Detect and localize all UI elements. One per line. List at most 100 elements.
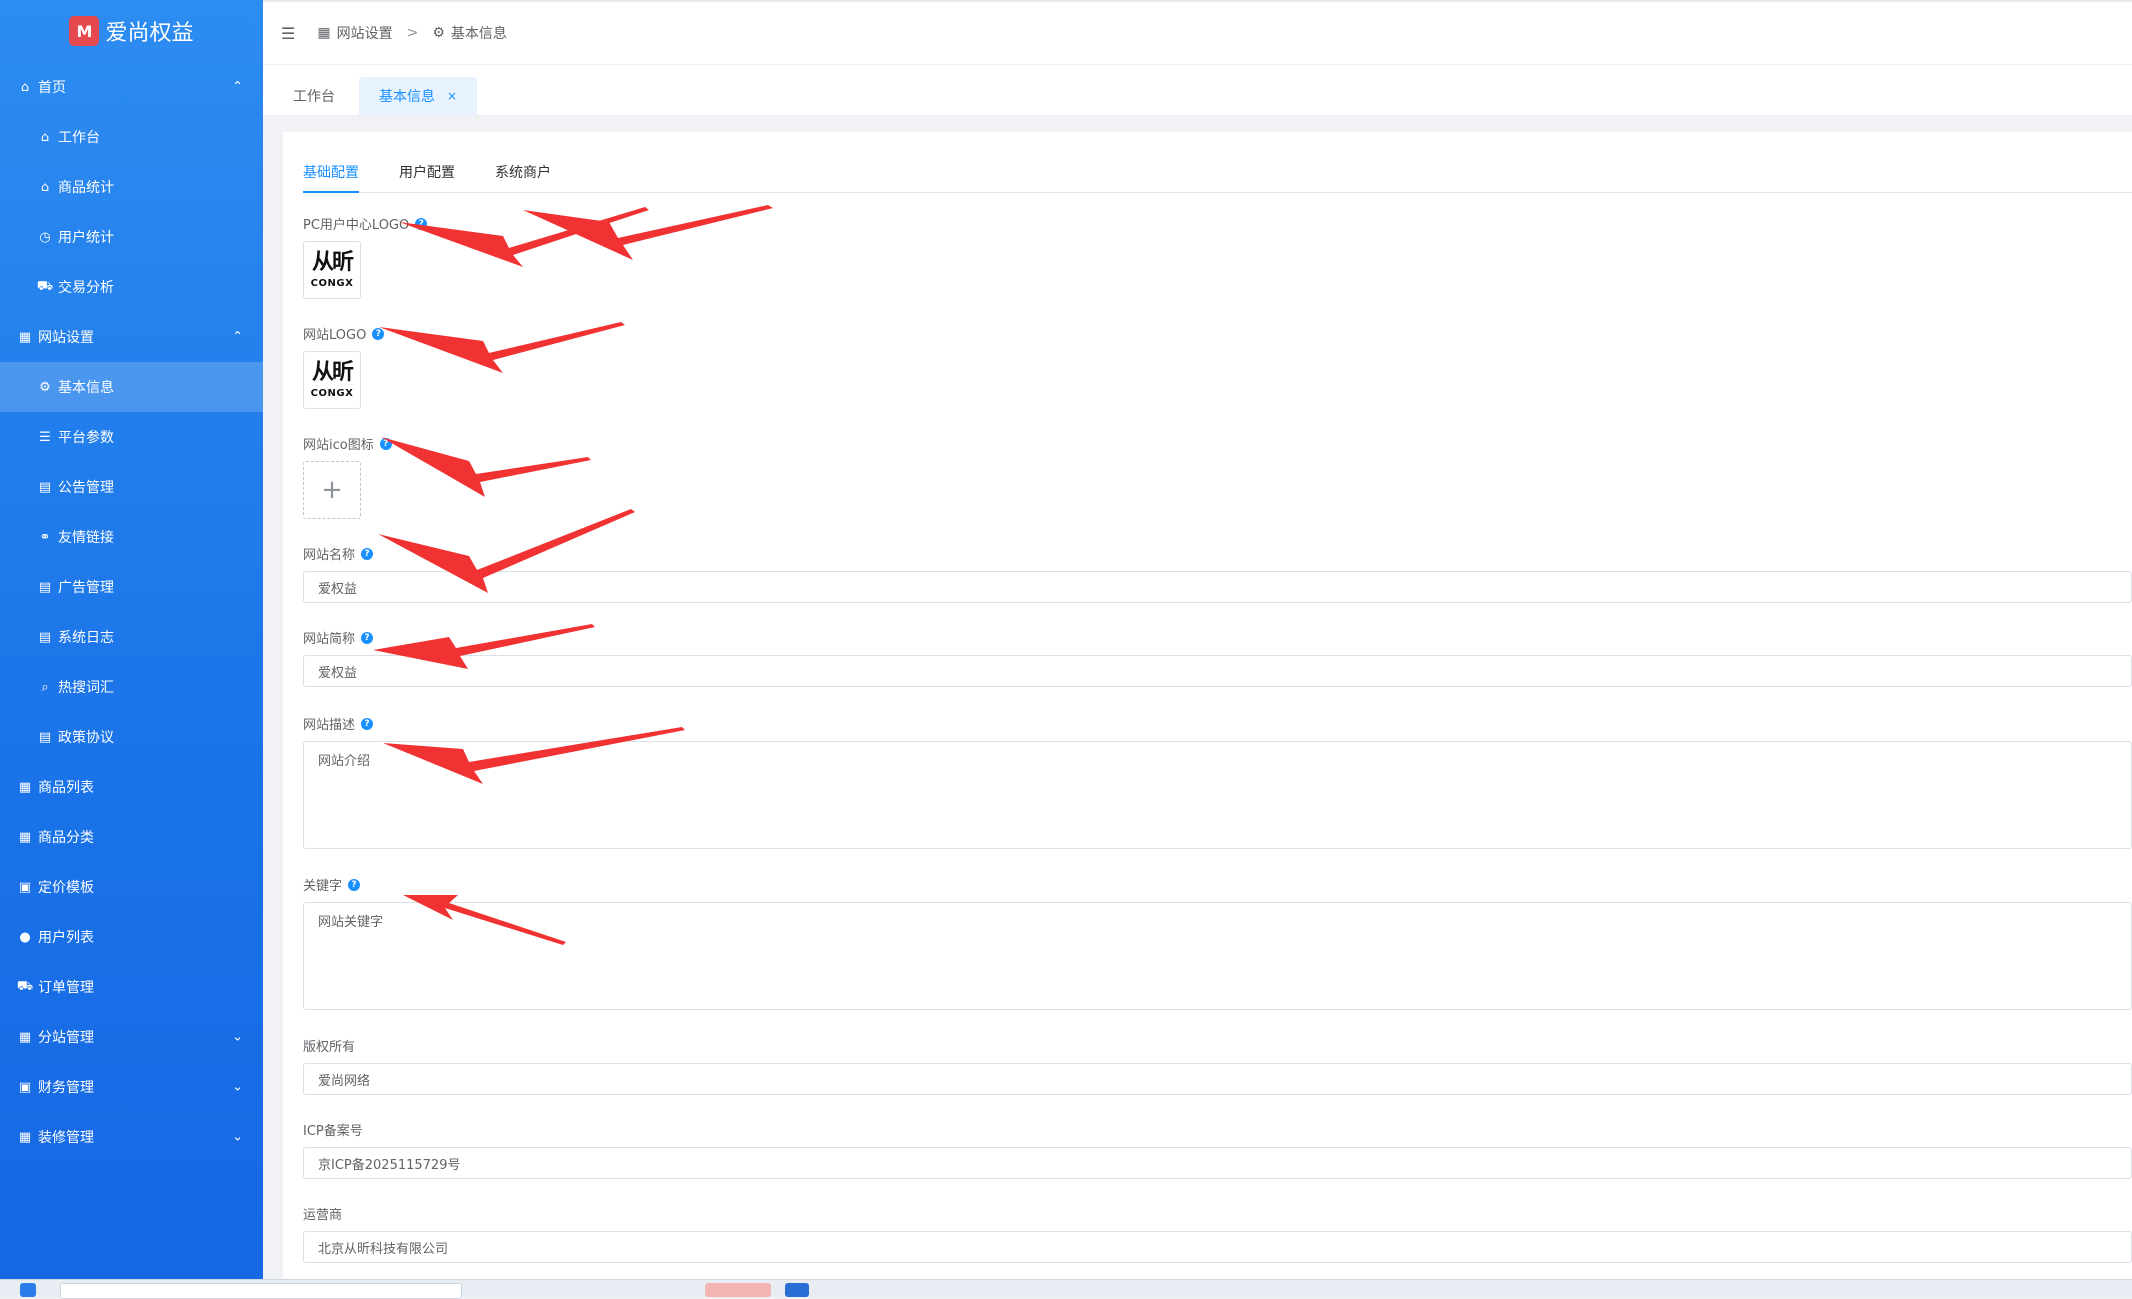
brand-name: 爱尚权益 <box>105 21 194 46</box>
sidebar-item[interactable]: ▣ 定价模板 <box>0 862 263 912</box>
start-icon[interactable] <box>20 1283 36 1297</box>
help-icon[interactable]: ? <box>372 327 385 340</box>
logo-subtext: CONGX <box>310 277 354 289</box>
sidebar-item[interactable]: ⛟ 交易分析 <box>0 262 263 312</box>
sidebar-item[interactable]: ⛟ 订单管理 <box>0 962 263 1012</box>
sidebar-item-label: 基本信息 <box>58 380 114 396</box>
breadcrumb-parent[interactable]: 网站设置 <box>337 23 393 43</box>
sidebar-item-label: 网站设置 <box>38 330 94 346</box>
icp-field: ICP备案号 京ICP备2025115729号 <box>303 1120 2132 1179</box>
sidebar-item[interactable]: ⌂ 首页 ⌃ <box>0 62 263 112</box>
sidebar-item[interactable]: ⚭ 友情链接 <box>0 512 263 562</box>
sidebar-item[interactable]: ▦ 分站管理 ⌄ <box>0 1012 263 1062</box>
sidebar-item[interactable]: ⌂ 工作台 <box>0 112 263 162</box>
taskbar-app[interactable] <box>705 1283 771 1297</box>
help-icon[interactable]: ? <box>361 547 374 560</box>
sidebar-item[interactable]: ⌂ 商品统计 <box>0 162 263 212</box>
field-label: 网站名称 <box>303 548 356 563</box>
chevron-down-icon[interactable]: ⌄ <box>232 1080 243 1095</box>
taskbar-app[interactable] <box>785 1283 809 1297</box>
tab-workbench[interactable]: 工作台 <box>273 77 355 115</box>
link-icon: ⚭ <box>39 529 51 545</box>
home-icon: ⌂ <box>20 79 30 95</box>
tab-label: 基本信息 <box>379 89 435 105</box>
close-icon[interactable]: × <box>447 89 457 103</box>
chevron-up-icon[interactable]: ⌃ <box>232 330 243 345</box>
site-ico-field: 网站ico图标? + <box>303 434 2132 519</box>
cart-icon: ⛟ <box>16 978 34 994</box>
sidebar: M 爱尚权益 ⌂ 首页 ⌃ ⌂ 工作台 ⌂ 商品统计 ◷ 用户统计 ⛟ 交易分析 ▦ 网站设置 ⌃ ⚙ 基本信… <box>0 0 263 1280</box>
site-logo-upload[interactable]: 从昕 CONGX <box>303 351 361 409</box>
price-icon: ▣ <box>18 879 32 895</box>
search-icon: ⌕ <box>41 679 49 695</box>
tab-system-merchant[interactable]: 系统商户 <box>495 162 551 192</box>
logo-text: 从昕 <box>311 359 354 385</box>
sidebar-item[interactable]: ▤ 公告管理 <box>0 462 263 512</box>
building-icon: ▦ <box>317 25 331 41</box>
help-icon[interactable]: ? <box>415 217 428 230</box>
sidebar-item[interactable]: ▤ 系统日志 <box>0 612 263 662</box>
sidebar-item[interactable]: ● 用户列表 <box>0 912 263 962</box>
sidebar-item-label: 财务管理 <box>38 1080 94 1096</box>
breadcrumb: ▦ 网站设置 > ⚙ 基本信息 <box>317 23 507 43</box>
icp-input[interactable]: 京ICP备2025115729号 <box>303 1147 2132 1179</box>
sidebar-item-label: 用户列表 <box>38 930 94 946</box>
sidebar-item-label: 首页 <box>38 80 66 96</box>
chevron-down-icon[interactable]: ⌄ <box>232 1030 243 1045</box>
document-icon: ▤ <box>38 729 52 745</box>
pc-logo-field: PC用户中心LOGO? 从昕 CONGX <box>303 214 2132 299</box>
copyright-input[interactable]: 爱尚网络 <box>303 1063 2132 1095</box>
cart-icon: ⛟ <box>36 278 54 294</box>
site-desc-textarea[interactable]: 网站介绍 <box>303 741 2132 849</box>
sidebar-item[interactable]: ⌕ 热搜词汇 <box>0 662 263 712</box>
help-icon[interactable]: ? <box>361 717 374 730</box>
sidebar-item[interactable]: ▦ 网站设置 ⌃ <box>0 312 263 362</box>
breadcrumb-separator: > <box>406 25 419 41</box>
field-label: 网站描述 <box>303 718 356 733</box>
list-icon: ▦ <box>18 779 32 795</box>
sidebar-item[interactable]: ▦ 装修管理 ⌄ <box>0 1112 263 1162</box>
tab-user-config[interactable]: 用户配置 <box>399 162 455 192</box>
help-icon[interactable]: ? <box>379 437 392 450</box>
site-logo-field: 网站LOGO? 从昕 CONGX <box>303 324 2132 409</box>
site-name-input[interactable]: 爱权益 <box>303 571 2132 603</box>
operator-input[interactable]: 北京从昕科技有限公司 <box>303 1231 2132 1263</box>
field-label: PC用户中心LOGO <box>303 218 410 233</box>
sidebar-item-label: 工作台 <box>58 130 100 146</box>
site-desc-field: 网站描述? 网站介绍 <box>303 714 2132 849</box>
field-label: 网站简称 <box>303 632 356 647</box>
keywords-textarea[interactable]: 网站关键字 <box>303 902 2132 1010</box>
sidebar-item-label: 订单管理 <box>38 980 94 996</box>
taskbar <box>0 1279 2132 1299</box>
settings-card: 基础配置 用户配置 系统商户 PC用户中心LOGO? 从昕 CONGX 网站LO… <box>283 132 2132 1280</box>
sidebar-item[interactable]: ▦ 商品列表 <box>0 762 263 812</box>
help-icon[interactable]: ? <box>348 878 361 891</box>
sidebar-item[interactable]: ▦ 商品分类 <box>0 812 263 862</box>
sidebar-item[interactable]: ▣ 财务管理 ⌄ <box>0 1062 263 1112</box>
sidebar-item-label: 分站管理 <box>38 1030 94 1046</box>
help-icon[interactable]: ? <box>361 631 374 644</box>
log-icon: ▤ <box>38 629 52 645</box>
sidebar-item-label: 商品列表 <box>38 780 94 796</box>
menu-collapse-icon[interactable]: ☰ <box>281 24 295 43</box>
sidebar-item[interactable]: ▤ 政策协议 <box>0 712 263 762</box>
site-short-input[interactable]: 爱权益 <box>303 655 2132 687</box>
sidebar-item[interactable]: ⚙ 基本信息 <box>0 362 263 412</box>
keywords-field: 关键字? 网站关键字 <box>303 875 2132 1010</box>
grid-icon: ▦ <box>18 829 32 845</box>
ico-upload-button[interactable]: + <box>303 461 361 519</box>
sidebar-item[interactable]: ◷ 用户统计 <box>0 212 263 262</box>
brand[interactable]: M 爱尚权益 <box>0 0 263 62</box>
tab-basic-info[interactable]: 基本信息 × <box>359 77 478 115</box>
breadcrumb-current: 基本信息 <box>450 26 507 42</box>
notice-icon: ▤ <box>38 479 52 495</box>
chevron-down-icon[interactable]: ⌄ <box>232 1130 243 1145</box>
site-short-field: 网站简称? 爱权益 <box>303 628 2132 687</box>
site-name-field: 网站名称? 爱权益 <box>303 544 2132 603</box>
sidebar-item[interactable]: ▤ 广告管理 <box>0 562 263 612</box>
sidebar-item[interactable]: ☰ 平台参数 <box>0 412 263 462</box>
gear-icon: ⚙ <box>432 25 445 41</box>
pc-logo-upload[interactable]: 从昕 CONGX <box>303 241 361 299</box>
tab-basic-config[interactable]: 基础配置 <box>303 162 359 193</box>
chevron-up-icon[interactable]: ⌃ <box>232 80 243 95</box>
